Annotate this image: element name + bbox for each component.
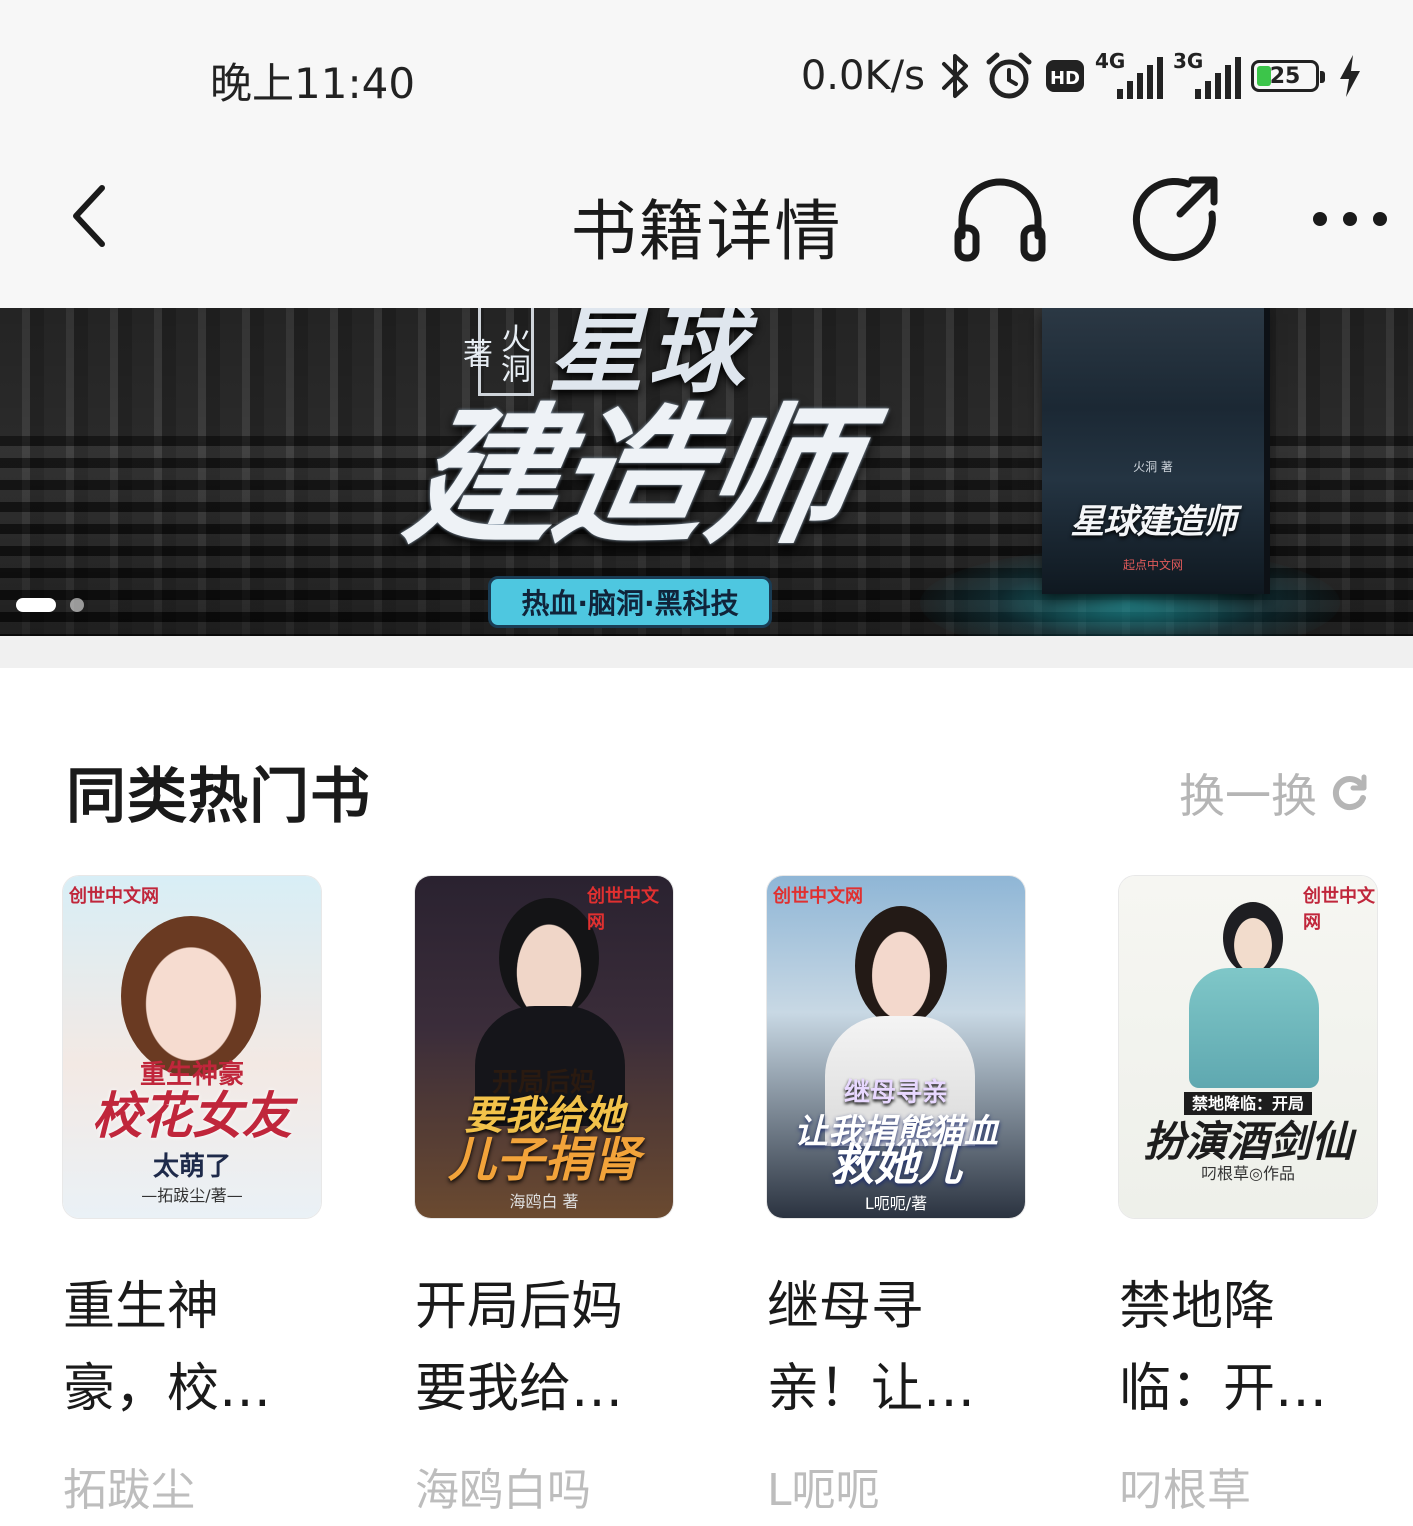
- section-divider: [0, 636, 1413, 668]
- signal-4g-icon: 4G: [1095, 49, 1163, 99]
- share-icon: [1132, 176, 1218, 261]
- book-cover[interactable]: 创世中文网 禁地降临：开局 扮演酒剑仙 叼根草◎作品: [1119, 876, 1377, 1218]
- signal-4g-label: 4G: [1095, 49, 1126, 73]
- promo-banner[interactable]: 火洞著 星球 建造师 热血·脑洞·黑科技 火洞 著 星球建造师 起点中文网: [0, 308, 1413, 636]
- book-card[interactable]: 创世中文网 禁地降临：开局 扮演酒剑仙 叼根草◎作品 禁地降 临：开… 叼根草: [1119, 876, 1377, 1518]
- nav-header: 书籍详情: [0, 150, 1413, 308]
- book-title-line: 开局后妈: [415, 1277, 624, 1337]
- book-author: 拓跋尘: [63, 1465, 195, 1516]
- refresh-icon: [1332, 774, 1367, 810]
- book-title-line: 亲！让…: [767, 1359, 976, 1419]
- battery-level: 25: [1269, 63, 1301, 89]
- banner-author: 火洞著: [457, 308, 534, 396]
- signal-3g-label: 3G: [1173, 49, 1204, 73]
- book-title-line: 要我给…: [415, 1359, 624, 1419]
- cover-publisher: 创世中文网: [587, 886, 659, 933]
- more-button[interactable]: [1300, 174, 1400, 264]
- banner-title-main: 建造师: [394, 391, 864, 565]
- svg-text:HD: HD: [1050, 68, 1080, 89]
- charging-icon: [1337, 53, 1363, 99]
- cover-publisher: 创世中文网: [773, 886, 863, 907]
- book-title[interactable]: 继母寻 亲！让…: [767, 1266, 997, 1430]
- book-author: L呃呃: [767, 1465, 880, 1516]
- book-title-line: 临：开…: [1119, 1359, 1328, 1419]
- carousel-dot-active[interactable]: [16, 598, 56, 612]
- share-button[interactable]: [1126, 174, 1226, 264]
- cover-byline: —拓跋尘/著—: [141, 1186, 243, 1205]
- cover-big-title: 校花女友: [92, 1087, 292, 1145]
- refresh-label: 换一换: [1179, 769, 1317, 823]
- battery-icon: 25: [1251, 60, 1325, 92]
- section-title: 同类热门书: [66, 762, 371, 832]
- book-title-line: 禁地降: [1119, 1277, 1276, 1337]
- banner-book-title: 星球建造师: [1070, 502, 1237, 542]
- cover-small-title: 重生神豪: [139, 1060, 244, 1090]
- cover-byline: L呃呃/著: [864, 1194, 928, 1213]
- cover-publisher: 创世中文网: [69, 886, 159, 907]
- alarm-icon: [983, 50, 1035, 102]
- book-author: 叼根草: [1119, 1465, 1251, 1516]
- cover-sub-title: 救她儿: [830, 1140, 962, 1191]
- book-title[interactable]: 重生神 豪，校…: [63, 1266, 293, 1430]
- refresh-button[interactable]: 换一换: [1179, 760, 1369, 826]
- book-title-line: 豪，校…: [63, 1359, 272, 1419]
- book-list: 创世中文网 重生神豪 校花女友 太萌了 —拓跋尘/著— 重生神 豪，校… 拓跋尘…: [63, 876, 1383, 1526]
- status-bar: 晚上11:40 0.0K/s HD 4G 3G 25: [0, 0, 1413, 150]
- more-icon: [1313, 212, 1387, 226]
- carousel-indicator: [16, 598, 84, 612]
- book-card[interactable]: 创世中文网 开局后妈 要我给她 儿子捐肾 海鸥白 著 开局后妈 要我给… 海鸥白…: [415, 876, 673, 1518]
- listen-button[interactable]: [950, 174, 1050, 264]
- headphones-icon: [954, 178, 1046, 262]
- book-cover[interactable]: 创世中文网 重生神豪 校花女友 太萌了 —拓跋尘/著—: [63, 876, 321, 1218]
- banner-tags: 热血·脑洞·黑科技: [488, 576, 772, 628]
- book-cover[interactable]: 创世中文网 开局后妈 要我给她 儿子捐肾 海鸥白 著: [415, 876, 673, 1218]
- book-card[interactable]: 创世中文网 重生神豪 校花女友 太萌了 —拓跋尘/著— 重生神 豪，校… 拓跋尘: [63, 876, 321, 1518]
- cover-sub-title: 太萌了: [152, 1152, 231, 1182]
- banner-book-cover: 火洞 著 星球建造师 起点中文网: [1042, 308, 1264, 594]
- book-author: 海鸥白吗: [415, 1465, 591, 1516]
- signal-3g-icon: 3G: [1173, 49, 1241, 99]
- cover-byline: 海鸥白 著: [509, 1192, 579, 1211]
- cover-sub-title: 儿子捐肾: [447, 1132, 640, 1188]
- book-title[interactable]: 禁地降 临：开…: [1119, 1266, 1349, 1430]
- bluetooth-icon: [939, 50, 973, 102]
- banner-book-byline: 火洞 著: [1133, 460, 1173, 474]
- status-right-group: 0.0K/s HD 4G 3G 25: [801, 46, 1363, 106]
- book-title[interactable]: 开局后妈 要我给…: [415, 1266, 645, 1430]
- network-speed: 0.0K/s: [800, 53, 925, 99]
- book-cover[interactable]: 创世中文网 继母寻亲 让我捐熊猫血 救她儿 L呃呃/著: [767, 876, 1025, 1218]
- banner-book-publisher: 起点中文网: [1122, 558, 1183, 572]
- cover-byline: 叼根草◎作品: [1201, 1164, 1295, 1183]
- status-time: 晚上11:40: [210, 59, 416, 108]
- cover-publisher: 创世中文网: [1303, 886, 1375, 933]
- book-title-line: 继母寻: [767, 1277, 924, 1337]
- book-title-line: 重生神: [63, 1277, 220, 1337]
- carousel-dot[interactable]: [70, 598, 84, 612]
- book-card[interactable]: 创世中文网 继母寻亲 让我捐熊猫血 救她儿 L呃呃/著 继母寻 亲！让… L呃呃: [767, 876, 1025, 1518]
- hd-icon: HD: [1045, 56, 1085, 96]
- cover-small-title: 禁地降临：开局: [1183, 1092, 1312, 1115]
